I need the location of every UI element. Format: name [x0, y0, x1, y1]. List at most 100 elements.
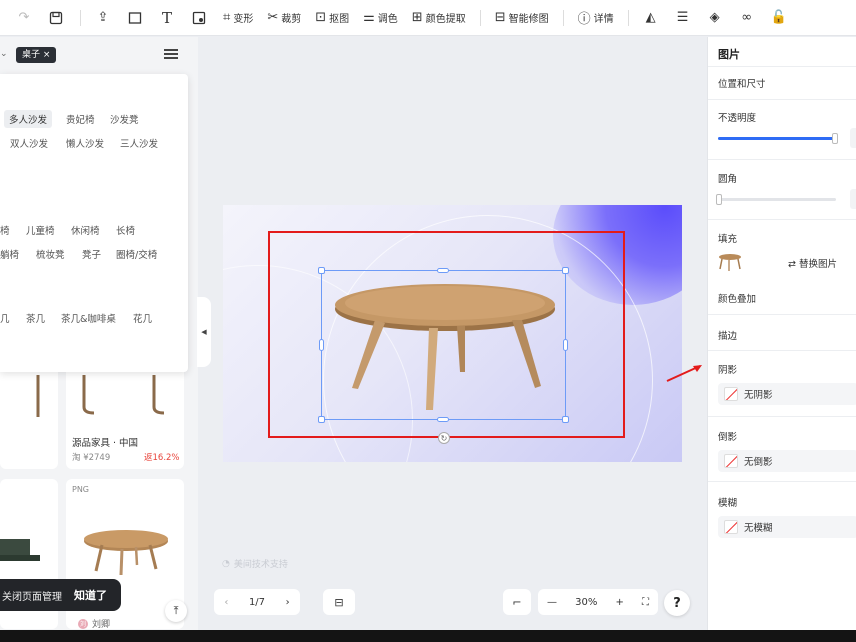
link-icon[interactable]: ∞	[739, 10, 755, 26]
resize-handle[interactable]	[437, 417, 449, 422]
chevron-right-icon[interactable]: ›	[286, 597, 290, 608]
category-item[interactable]: 凳子	[82, 247, 101, 261]
category-item[interactable]: 椅	[0, 223, 10, 237]
search-row: ⌄ 桌子 ×	[0, 37, 198, 73]
arrow-up-icon: ⤒	[173, 604, 179, 617]
shape-icon[interactable]	[127, 10, 143, 26]
resize-handle[interactable]	[562, 267, 569, 274]
reflection-label: 倒影	[718, 432, 738, 443]
toolbar-divider	[479, 9, 481, 26]
rotate-handle[interactable]: ↻	[438, 432, 450, 444]
resize-handle[interactable]	[562, 416, 569, 423]
resize-handle[interactable]	[318, 267, 325, 274]
opacity-slider-thumb[interactable]	[832, 133, 838, 144]
color-extract-button[interactable]: ⊞ 颜色提取	[412, 10, 466, 25]
product-discount: 返16.2%	[144, 453, 180, 463]
collapse-panel-button[interactable]: ◀	[197, 297, 211, 367]
align-icon[interactable]: ☰	[675, 10, 691, 26]
lock-icon[interactable]: 🔓	[771, 10, 787, 26]
radius-slider-thumb[interactable]	[716, 194, 722, 205]
category-item[interactable]: 茶几	[26, 311, 45, 325]
radius-input[interactable]	[850, 189, 856, 209]
material-icon[interactable]	[191, 10, 207, 26]
transform-button[interactable]: ⌗ 变形	[223, 10, 253, 25]
category-item[interactable]: 双人沙发	[10, 136, 48, 150]
matting-button[interactable]: ⊡ 抠图	[315, 10, 349, 25]
toolbar-divider	[627, 9, 629, 26]
none-icon	[724, 520, 738, 534]
search-tag[interactable]: 桌子 ×	[16, 47, 57, 63]
flip-icon[interactable]: ◭	[643, 10, 659, 26]
fit-screen-icon[interactable]: ⛶	[642, 597, 649, 608]
category-item[interactable]: 梳妆凳	[36, 247, 65, 261]
resize-handle[interactable]	[563, 339, 568, 351]
category-item[interactable]: 懒人沙发	[66, 136, 104, 150]
divider	[708, 99, 856, 100]
category-item[interactable]: 几	[0, 311, 10, 325]
radius-slider[interactable]	[718, 198, 836, 201]
category-item[interactable]: 休闲椅	[71, 223, 100, 237]
category-item[interactable]: 沙发凳	[110, 112, 139, 126]
category-item[interactable]: 儿童椅	[26, 223, 55, 237]
color-picker-icon: ⊞	[411, 10, 423, 25]
resize-handle[interactable]	[319, 339, 324, 351]
chevron-left-icon[interactable]: ‹	[224, 597, 228, 608]
help-button[interactable]: ?	[664, 590, 690, 616]
category-item[interactable]: 贵妃椅	[66, 112, 95, 126]
page-manager-icon: ⊟	[334, 595, 344, 609]
opacity-input[interactable]	[850, 128, 856, 148]
zoom-in-button[interactable]: +	[615, 597, 623, 608]
blur-select[interactable]: 无模糊	[718, 516, 856, 538]
ruler-button[interactable]: ⌐	[503, 589, 531, 615]
fill-thumbnail	[719, 254, 741, 271]
category-item[interactable]: 多人沙发	[4, 110, 53, 128]
stroke-label[interactable]: 描边	[718, 328, 737, 342]
ruler-icon: ⌐	[512, 595, 522, 609]
watermark: ◔ 美间技术支持	[222, 558, 288, 571]
divider	[708, 66, 856, 67]
avatar: 刘	[78, 618, 88, 629]
redo-icon[interactable]: ↷	[16, 10, 32, 26]
blur-label: 模糊	[718, 498, 738, 509]
category-item[interactable]: 三人沙发	[120, 136, 158, 150]
panel-title: 图片	[718, 48, 740, 61]
position-size-section[interactable]: 位置和尺寸	[718, 76, 766, 90]
smart-retouch-button[interactable]: ⊟ 智能修图	[495, 10, 549, 25]
replace-image-button[interactable]: ⇄ 替换图片	[788, 256, 837, 270]
reflection-select[interactable]: 无倒影	[718, 450, 856, 472]
toolbar-divider	[80, 9, 81, 26]
category-item[interactable]: 长椅	[116, 223, 135, 237]
shadow-label: 阴影	[718, 365, 738, 376]
text-icon[interactable]: T	[159, 9, 175, 27]
back-to-top-button[interactable]: ⤒	[165, 600, 187, 622]
category-item[interactable]: 花几	[133, 311, 152, 325]
selection-box	[321, 270, 566, 420]
crop-button[interactable]: ✂ 裁剪	[267, 10, 301, 25]
toast-confirm-button[interactable]: 知道了	[74, 587, 107, 603]
fill-row: ⇄ 替换图片	[718, 251, 856, 275]
details-button[interactable]: ⓘ 详情	[578, 8, 614, 27]
caret-left-icon: ◀	[201, 328, 207, 336]
page-manager-button[interactable]: ⊟	[323, 589, 355, 615]
smart-retouch-icon: ⊟	[494, 10, 506, 25]
resize-handle[interactable]	[437, 268, 449, 273]
zoom-out-button[interactable]: —	[547, 597, 557, 608]
color-overlay-label[interactable]: 颜色叠加	[718, 291, 756, 305]
divider	[708, 350, 856, 351]
upload-icon[interactable]: ⇪	[95, 10, 111, 26]
menu-icon[interactable]	[164, 47, 178, 61]
save-icon[interactable]	[48, 10, 64, 26]
shadow-select[interactable]: 无阴影	[718, 383, 856, 405]
matting-icon: ⊡	[315, 10, 327, 25]
adjust-color-button[interactable]: ⚌ 调色	[363, 10, 398, 25]
swap-icon: ⇄	[788, 259, 799, 270]
category-item[interactable]: 圈椅/交椅	[116, 247, 157, 261]
png-badge: PNG	[72, 485, 90, 494]
chevron-down-icon[interactable]: ⌄	[0, 49, 8, 59]
resize-handle[interactable]	[318, 416, 325, 423]
top-toolbar: ↷ ⇪ T ⌗ 变形 ✂ 裁剪 ⊡ 抠图 ⚌ 调色 ⊞ 颜色提取 ⊟ 智能修图 ⓘ 详情 ◭ …	[0, 0, 856, 36]
category-item[interactable]: 茶几&咖啡桌	[61, 311, 116, 325]
layers-icon[interactable]: ◈	[707, 10, 723, 26]
category-item[interactable]: 躺椅	[0, 247, 19, 261]
divider	[708, 314, 856, 315]
